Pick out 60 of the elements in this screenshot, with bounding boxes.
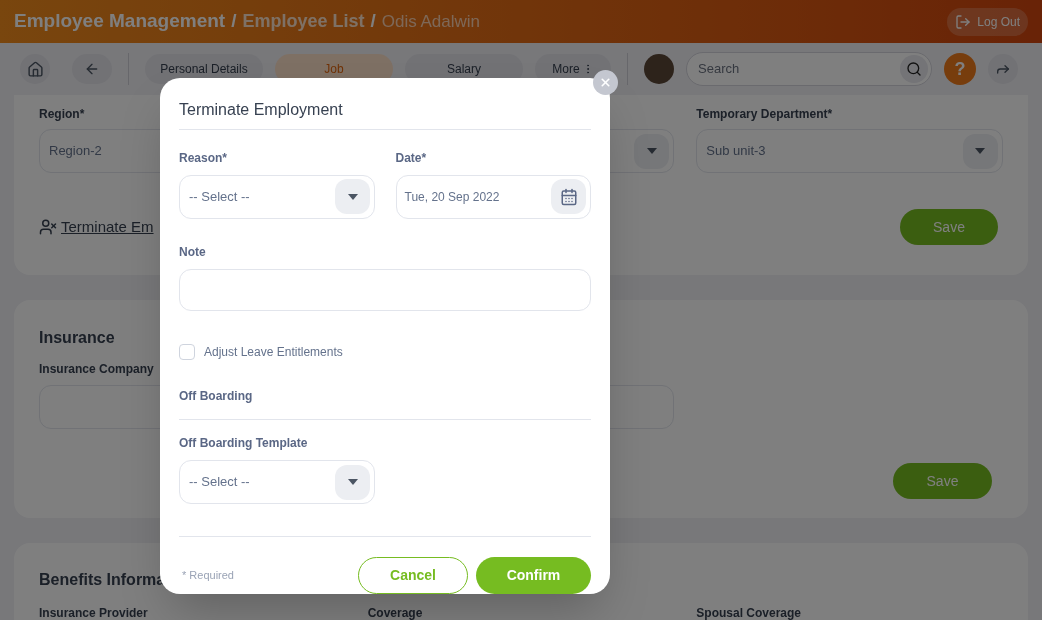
field-label: Coverage	[367, 605, 424, 620]
calendar-button[interactable]	[551, 179, 586, 215]
field-label: Note	[179, 243, 207, 261]
logout-icon	[955, 13, 972, 30]
home-button[interactable]	[20, 54, 50, 84]
back-icon	[84, 61, 100, 77]
date-field[interactable]: Tue, 20 Sep 2022	[395, 174, 591, 219]
home-icon	[26, 60, 44, 78]
calendar-icon	[559, 187, 578, 206]
avatar[interactable]	[644, 54, 674, 84]
terminate-employment-link[interactable]: Terminate Em	[39, 215, 154, 239]
cancel-button[interactable]: Cancel	[358, 557, 468, 594]
confirm-button[interactable]: Confirm	[476, 557, 591, 594]
search-input[interactable]: Search	[698, 59, 878, 79]
select-value: -- Select --	[189, 473, 250, 492]
help-button[interactable]: ?	[944, 53, 976, 85]
dropdown-toggle[interactable]	[335, 464, 370, 500]
field-label: Off Boarding Template	[179, 435, 309, 453]
select-value: Region-2	[49, 142, 102, 161]
dropdown-toggle[interactable]	[634, 133, 670, 169]
search-field[interactable]: Search	[686, 52, 932, 86]
search-icon	[906, 61, 922, 77]
caret-icon	[975, 148, 986, 154]
back-button[interactable]	[72, 54, 112, 84]
note-field[interactable]	[179, 268, 591, 312]
field-label: Region*	[39, 106, 85, 121]
select-field[interactable]: Sub unit-3	[696, 129, 1003, 173]
save-button[interactable]: Save	[893, 463, 992, 499]
close-icon	[599, 76, 612, 89]
save-button[interactable]: Save	[900, 209, 998, 245]
caret-icon	[646, 148, 657, 154]
template-select[interactable]: -- Select --	[179, 460, 375, 505]
field-label: Temporary Department*	[696, 106, 833, 121]
breadcrumb-separator: /	[370, 9, 376, 34]
dropdown-toggle[interactable]	[335, 179, 370, 215]
field-label: Insurance Company	[39, 361, 155, 378]
dialog-title: Terminate Employment	[179, 100, 344, 118]
breadcrumb-item: Odis Adalwin	[381, 11, 481, 34]
section-title: Off Boarding	[179, 388, 254, 406]
select-value: Sub unit-3	[706, 142, 766, 161]
required-note: * Required	[182, 568, 234, 584]
caret-icon	[347, 193, 358, 200]
reason-select[interactable]: -- Select --	[179, 174, 375, 219]
date-value: Tue, 20 Sep 2022	[404, 188, 500, 206]
search-button[interactable]	[900, 55, 928, 83]
field-label: Date*	[395, 149, 428, 167]
share-button[interactable]	[988, 54, 1018, 84]
checkbox[interactable]	[179, 344, 195, 361]
breadcrumb-separator: /	[231, 9, 237, 34]
field-label: Reason*	[179, 149, 229, 167]
select-value: -- Select --	[189, 188, 250, 207]
field-label: Insurance Provider	[39, 605, 149, 620]
breadcrumb-item[interactable]: Employee Management	[14, 7, 226, 36]
user-x-icon	[39, 218, 57, 236]
caret-icon	[347, 479, 358, 486]
breadcrumb-item[interactable]: Employee List	[242, 8, 365, 36]
checkbox-label: Adjust Leave Entitlements	[204, 344, 343, 362]
field-label: Spousal Coverage	[696, 605, 803, 620]
section-title: Insurance	[39, 328, 116, 348]
dropdown-toggle[interactable]	[963, 133, 998, 169]
